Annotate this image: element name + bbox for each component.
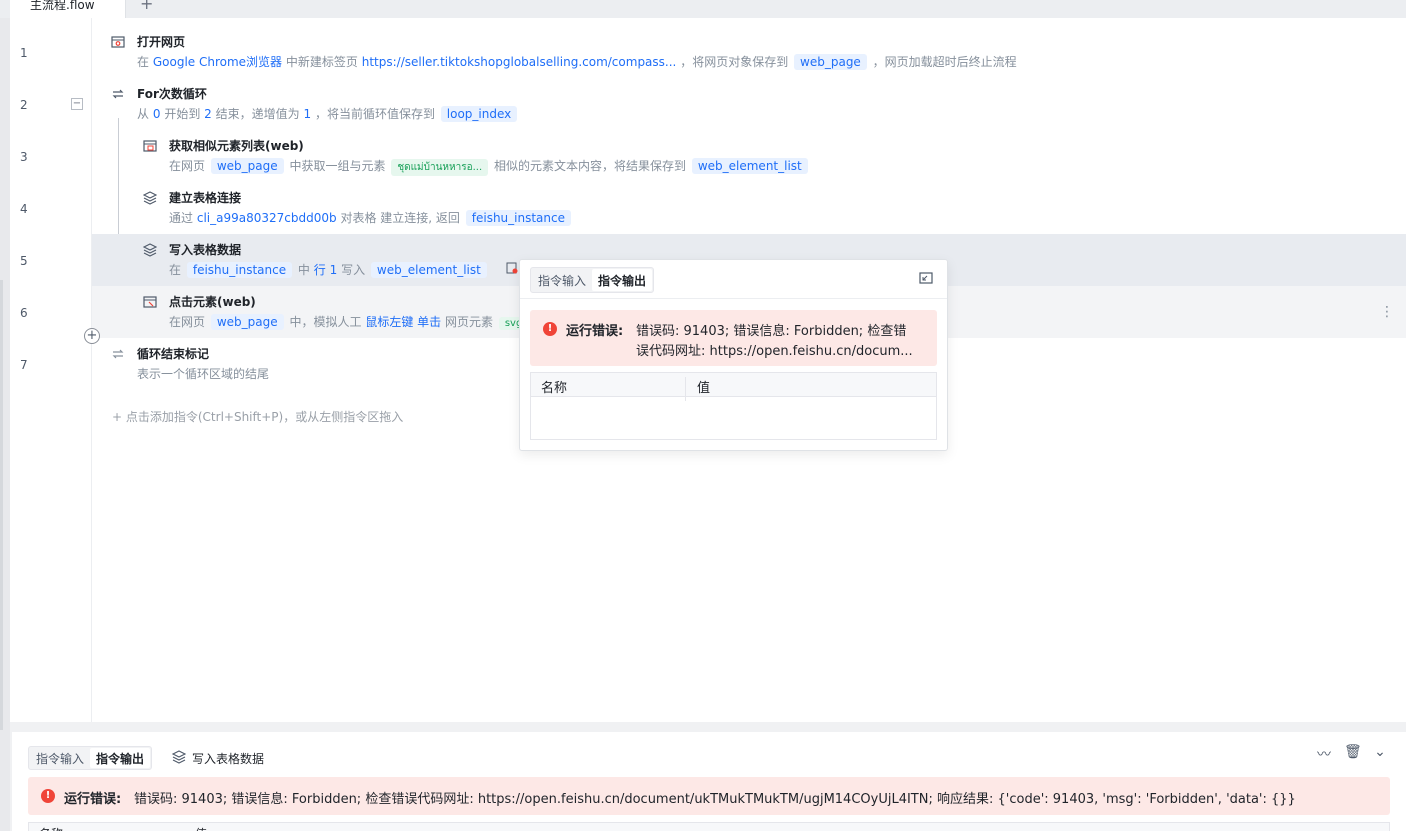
tab-label: 主流程.flow <box>30 0 95 12</box>
line-number: 6 <box>20 306 28 320</box>
step-description: 在网页 web_page 中，模拟人工 鼠标左键 单击 网页元素 svg <box>169 313 530 330</box>
chevron-down-icon[interactable]: ⌄ <box>1372 744 1388 764</box>
tab-main-flow[interactable]: 主流程.flow <box>10 0 126 18</box>
error-message-box: ! 运行错误: 错误码: 91403; 错误信息: Forbidden; 检查错… <box>28 777 1390 815</box>
variable-chip[interactable]: feishu_instance <box>186 262 293 278</box>
error-text-line1: 错误码: 91403; 错误信息: Forbidden; 检查错 <box>636 324 907 339</box>
error-message-box: ! 运行错误: 错误码: 91403; 错误信息: Forbidden; 检查错… <box>530 310 937 366</box>
panel-actions: 〰 🗑 ⌄ <box>1316 744 1388 764</box>
step-open-webpage[interactable]: 打开网页 在 Google Chrome浏览器 中新建标签页 https://s… <box>92 26 1406 78</box>
column-value: 值 <box>697 381 711 396</box>
step-connect-sheet[interactable]: 建立表格连接 通过 cli_a99a80327cbdd00b 对表格 建立连接,… <box>92 182 1406 234</box>
line-number: 4 <box>20 202 28 216</box>
variable-chip[interactable]: web_element_list <box>370 262 487 278</box>
panel-title: 写入表格数据 <box>192 752 265 766</box>
loop-icon <box>112 89 124 99</box>
column-separator <box>685 377 686 401</box>
add-command-hint[interactable]: + 点击添加指令(Ctrl+Shift+P)，或从左侧指令区拖入 <box>112 408 403 425</box>
step-description: 从 0 开始到 2 结束，递增值为 1 ，将当前循环值保存到 loop_inde… <box>137 105 519 122</box>
variable-chip[interactable]: web_page <box>210 158 284 174</box>
line-number: 1 <box>20 46 28 60</box>
more-options-icon[interactable]: ⋮ <box>1380 304 1394 320</box>
error-log-icon[interactable] <box>506 262 518 274</box>
line-number: 7 <box>20 358 28 372</box>
error-label: 运行错误: <box>566 324 624 339</box>
step-description: 在网页 web_page 中获取一组与元素 ชุดแม่บ้านหหารอ...… <box>169 157 810 176</box>
wave-icon[interactable]: 〰 <box>1316 744 1332 764</box>
click-element-icon <box>143 296 157 308</box>
scroll-track[interactable] <box>0 280 3 730</box>
step-description: 在 Google Chrome浏览器 中新建标签页 https://seller… <box>137 54 1017 70</box>
add-tab-button[interactable]: + <box>140 0 153 13</box>
layers-icon <box>143 243 157 257</box>
loop-end-icon <box>112 349 124 359</box>
io-tab-switch: 指令输入 指令输出 <box>28 746 153 770</box>
output-table: 名称 值 <box>530 372 937 440</box>
left-panel-edge <box>0 18 10 831</box>
step-title: 点击元素(web) <box>169 295 256 309</box>
element-chip[interactable]: ชุดแม่บ้านหหารอ... <box>391 159 489 176</box>
collapse-loop-button[interactable]: − <box>71 98 83 110</box>
column-name: 名称 <box>541 381 568 396</box>
step-title: 获取相似元素列表(web) <box>169 139 304 153</box>
tab-input[interactable]: 指令输入 <box>532 269 592 291</box>
variable-chip[interactable]: web_page <box>794 54 867 70</box>
url-link[interactable]: https://seller.tiktokshopglobalselling.c… <box>362 55 677 69</box>
step-for-loop[interactable]: For次数循环 从 0 开始到 2 结束，递增值为 1 ，将当前循环值保存到 l… <box>92 78 1406 130</box>
divider <box>520 298 947 299</box>
error-icon: ! <box>41 789 55 803</box>
layers-icon <box>143 191 157 205</box>
browser-link[interactable]: Google Chrome浏览器 <box>153 55 282 69</box>
step-title: 写入表格数据 <box>169 243 242 257</box>
step-description: 通过 cli_a99a80327cbdd00b 对表格 建立连接, 返回 fei… <box>169 209 573 226</box>
step-get-similar-elements[interactable]: 获取相似元素列表(web) 在网页 web_page 中获取一组与元素 ชุดแ… <box>92 130 1406 182</box>
app-root: 主流程.flow + 1 2 3 4 5 6 7 − 打开网页 在 Google… <box>0 0 1406 831</box>
error-text: 错误码: 91403; 错误信息: Forbidden; 检查错误代码网址: h… <box>134 792 1296 807</box>
line-number: 2 <box>20 98 28 112</box>
line-number-column: 1 2 3 4 5 6 7 <box>10 18 92 722</box>
delete-icon[interactable]: 🗑 <box>1344 744 1362 764</box>
step-title: 建立表格连接 <box>169 191 242 205</box>
line-number: 3 <box>20 150 28 164</box>
app-id[interactable]: cli_a99a80327cbdd00b <box>197 211 337 225</box>
tab-input[interactable]: 指令输入 <box>30 748 90 768</box>
table-header: 名称 值 <box>28 822 1390 831</box>
table-header: 名称 值 <box>531 373 936 401</box>
step-description: 表示一个循环区域的结尾 <box>137 367 270 381</box>
column-name: 名称 <box>39 825 63 831</box>
variable-chip[interactable]: web_element_list <box>691 158 808 174</box>
step-output-popup: 指令输入 指令输出 ! 运行错误: 错误码: 91403; 错误信息: Forb… <box>519 259 948 451</box>
variable-chip[interactable]: feishu_instance <box>465 210 571 226</box>
layers-icon <box>172 750 186 764</box>
error-text-line2: 误代码网址: https://open.feishu.cn/docum... <box>636 344 913 359</box>
io-tab-switch: 指令输入 指令输出 <box>530 267 655 293</box>
step-title: 打开网页 <box>137 35 186 49</box>
variable-chip[interactable]: loop_index <box>440 106 518 122</box>
bottom-output-panel: 指令输入 指令输出 写入表格数据 〰 🗑 ⌄ ! 运行错误: 错误码: 9140… <box>12 732 1406 831</box>
step-title: For次数循环 <box>137 87 207 101</box>
variable-chip[interactable]: web_page <box>210 314 284 330</box>
tab-output[interactable]: 指令输出 <box>90 748 151 768</box>
tab-bar: 主流程.flow + <box>0 0 1406 18</box>
line-number: 5 <box>20 254 28 268</box>
web-element-list-icon <box>143 140 157 152</box>
error-label: 运行错误: <box>64 792 122 807</box>
expand-icon[interactable] <box>919 272 933 284</box>
browser-icon <box>111 36 125 48</box>
tab-output[interactable]: 指令输出 <box>592 269 653 291</box>
step-title: 循环结束标记 <box>137 347 210 361</box>
column-value: 值 <box>195 825 207 831</box>
step-description: 在 feishu_instance 中 行 1 写入 web_element_l… <box>169 261 489 278</box>
error-icon: ! <box>543 322 557 336</box>
